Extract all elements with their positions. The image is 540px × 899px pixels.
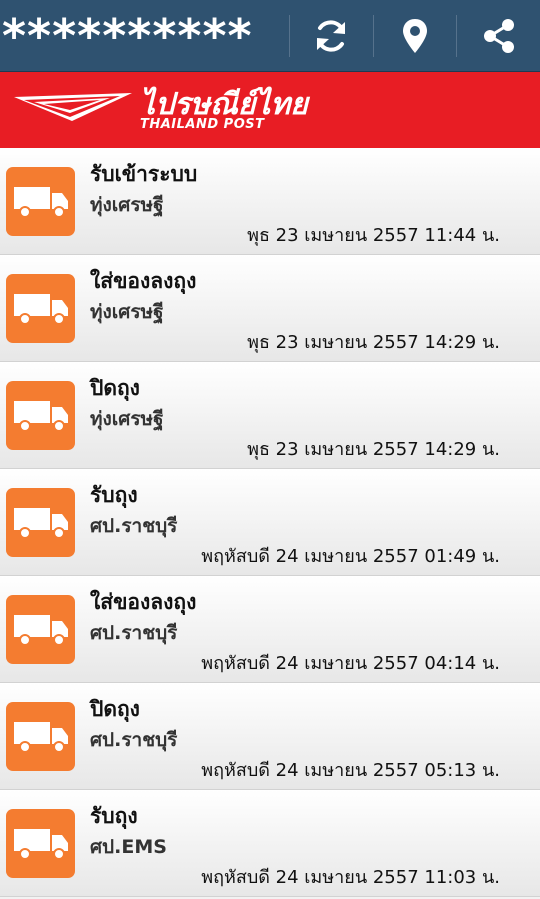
- event-timestamp: พฤหัสบดี 24 เมษายน 2557 04:14 น.: [201, 653, 500, 674]
- event-timestamp: พุธ 23 เมษายน 2557 11:44 น.: [247, 225, 500, 246]
- tracking-event-row[interactable]: ใส่ของลงถุง ทุ่งเศรษฐี พุธ 23 เมษายน 255…: [0, 255, 540, 362]
- refresh-icon: [317, 19, 346, 52]
- event-timestamp: พุธ 23 เมษายน 2557 14:29 น.: [247, 439, 500, 460]
- tracking-event-row[interactable]: รับเข้าระบบ ทุ่งเศรษฐี พุธ 23 เมษายน 255…: [0, 148, 540, 255]
- event-status: รับถุง: [90, 483, 138, 507]
- thailand-post-banner: ไปรษณีย์ไทย THAILAND POST: [0, 72, 540, 148]
- post-wing-logo-icon: [14, 93, 132, 121]
- event-status: รับถุง: [90, 804, 138, 828]
- tracking-event-row[interactable]: ปิดถุง ศป.ราชบุรี พฤหัสบดี 24 เมษายน 255…: [0, 683, 540, 790]
- event-timestamp: พฤหัสบดี 24 เมษายน 2557 01:49 น.: [201, 546, 500, 567]
- event-location: ศป.ราชบุรี: [90, 515, 178, 537]
- delivery-truck-icon: [13, 614, 68, 646]
- event-timestamp: พฤหัสบดี 24 เมษายน 2557 05:13 น.: [201, 760, 500, 781]
- event-location: ทุ่งเศรษฐี: [90, 194, 164, 216]
- delivery-truck-icon: [13, 828, 68, 860]
- app-header: **********: [0, 0, 540, 72]
- tracking-event-row[interactable]: รับถุง ศป.ราชบุรี พฤหัสบดี 24 เมษายน 255…: [0, 469, 540, 576]
- event-status: ใส่ของลงถุง: [90, 590, 197, 614]
- location-pin-icon: [402, 18, 427, 53]
- event-location: ศป.EMS: [90, 836, 167, 858]
- event-status: ใส่ของลงถุง: [90, 269, 197, 293]
- share-icon: [483, 18, 514, 53]
- event-status: รับเข้าระบบ: [90, 162, 198, 186]
- delivery-truck-icon: [13, 507, 68, 539]
- refresh-button[interactable]: [290, 0, 373, 72]
- event-location: ศป.ราชบุรี: [90, 622, 178, 644]
- event-location: ทุ่งเศรษฐี: [90, 408, 164, 430]
- truck-icon-badge: [6, 809, 75, 878]
- tracking-event-row[interactable]: ปิดถุง ทุ่งเศรษฐี พุธ 23 เมษายน 2557 14:…: [0, 362, 540, 469]
- truck-icon-badge: [6, 381, 75, 450]
- truck-icon-badge: [6, 488, 75, 557]
- tracking-event-list: รับเข้าระบบ ทุ่งเศรษฐี พุธ 23 เมษายน 255…: [0, 148, 540, 897]
- brand-thai-text: ไปรษณีย์ไทย: [140, 86, 308, 122]
- location-button[interactable]: [374, 0, 457, 72]
- event-location: ทุ่งเศรษฐี: [90, 301, 164, 323]
- delivery-truck-icon: [13, 400, 68, 432]
- truck-icon-badge: [6, 167, 75, 236]
- delivery-truck-icon: [13, 293, 68, 325]
- truck-icon-badge: [6, 274, 75, 343]
- truck-icon-badge: [6, 702, 75, 771]
- event-timestamp: พฤหัสบดี 24 เมษายน 2557 11:03 น.: [201, 867, 500, 888]
- thailand-post-logo: ไปรษณีย์ไทย THAILAND POST: [14, 86, 308, 131]
- delivery-truck-icon: [13, 186, 68, 218]
- event-status: ปิดถุง: [90, 376, 140, 400]
- event-location: ศป.ราชบุรี: [90, 729, 178, 751]
- share-button[interactable]: [457, 0, 540, 72]
- event-timestamp: พุธ 23 เมษายน 2557 14:29 น.: [247, 332, 500, 353]
- tracking-number-title: **********: [2, 8, 253, 63]
- tracking-event-row[interactable]: รับถุง ศป.EMS พฤหัสบดี 24 เมษายน 2557 11…: [0, 790, 540, 897]
- tracking-event-row[interactable]: ใส่ของลงถุง ศป.ราชบุรี พฤหัสบดี 24 เมษาย…: [0, 576, 540, 683]
- truck-icon-badge: [6, 595, 75, 664]
- event-status: ปิดถุง: [90, 697, 140, 721]
- delivery-truck-icon: [13, 721, 68, 753]
